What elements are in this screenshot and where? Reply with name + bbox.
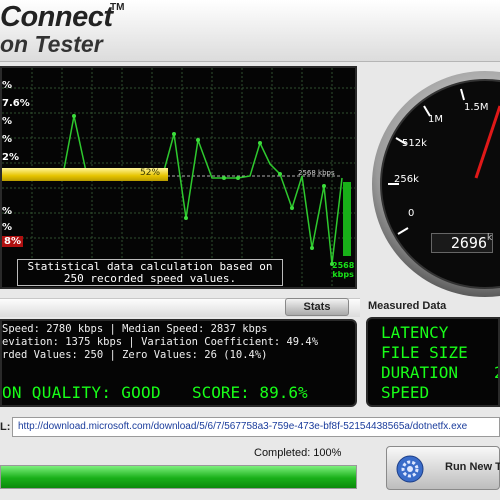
current-speed-bar-label: 52%	[140, 168, 161, 178]
speed-points	[72, 114, 334, 266]
speed-graph-panel: % 7.6% % % 2% 52% 2568 kbps % % 8% Stati…	[0, 66, 357, 289]
statistics-note-line: 250 recorded speed values.	[63, 272, 237, 285]
graph-percent-label: 2%	[2, 152, 19, 163]
stats-values-line: rded Values: 250 | Zero Values: 26 (10.4…	[2, 349, 268, 361]
download-progress-bar	[0, 465, 357, 489]
completed-status: Completed: 100%	[254, 447, 342, 459]
stats-button[interactable]: Stats	[285, 298, 349, 316]
gauge-readout-unit: k	[487, 233, 493, 243]
stats-panel: Speed: 2780 kbps | Median Speed: 2837 kb…	[0, 319, 357, 407]
measured-label-file-size: FILE SIZE	[381, 343, 468, 362]
stats-speed-line: Speed: 2780 kbps | Median Speed: 2837 kb…	[2, 323, 268, 335]
connection-quality: ON QUALITY: GOOD	[2, 383, 161, 402]
graph-percent-label: %	[2, 206, 13, 217]
url-label: L:	[0, 421, 11, 433]
trademark-mark: TM	[110, 2, 125, 13]
run-new-test-button[interactable]: Run New T	[386, 446, 500, 490]
measured-label-speed: SPEED	[381, 383, 430, 402]
gauge-tick-label: 1M	[428, 114, 443, 125]
average-line-label: 2568 kbps	[298, 169, 335, 177]
graph-max-value: 2568 kbps	[332, 261, 354, 279]
connection-score: SCORE: 89.6%	[192, 383, 308, 402]
measured-label-duration: DURATION	[381, 363, 459, 382]
graph-percent-label: 7.6%	[2, 98, 30, 109]
graph-percent-label: %	[2, 222, 13, 233]
gear-icon	[396, 455, 424, 483]
graph-percent-label: %	[2, 116, 13, 127]
gauge-readout: 2696	[431, 233, 493, 253]
statistics-note: Statistical data calculation based on 25…	[17, 259, 283, 286]
graph-percent-label: %	[2, 80, 13, 91]
gauge-tick-label: 0	[408, 208, 414, 219]
measured-data-panel: LATENCY FILE SIZE DURATION 2 SPEED	[366, 317, 500, 407]
download-url-field[interactable]: http://download.microsoft.com/download/5…	[12, 417, 500, 437]
speedometer-gauge: 0 256k 512k 1M 1.5M	[358, 66, 500, 298]
graph-percent-label-highlight: 8%	[2, 236, 23, 247]
graph-max-unit: kbps	[332, 270, 354, 279]
graph-percent-label: %	[2, 134, 13, 145]
app-subtitle: on Tester	[0, 31, 103, 57]
progress-fill	[1, 466, 356, 488]
gauge-tick-label: 1.5M	[464, 102, 489, 113]
measured-label-latency: LATENCY	[381, 323, 449, 342]
stats-deviation-line: eviation: 1375 kbps | Variation Coeffici…	[2, 336, 319, 348]
app-brand: Connect	[0, 1, 113, 33]
max-speed-bar	[343, 182, 351, 256]
graph-max-number: 2568	[332, 261, 355, 270]
measured-data-title: Measured Data	[368, 300, 447, 312]
gauge-tick-label: 512k	[402, 138, 427, 149]
measured-value-duration: 2	[494, 363, 498, 382]
app-header: Connect TM on Tester	[0, 0, 500, 62]
gauge-tick-label: 256k	[394, 174, 419, 185]
run-new-test-label: Run New T	[445, 461, 500, 473]
